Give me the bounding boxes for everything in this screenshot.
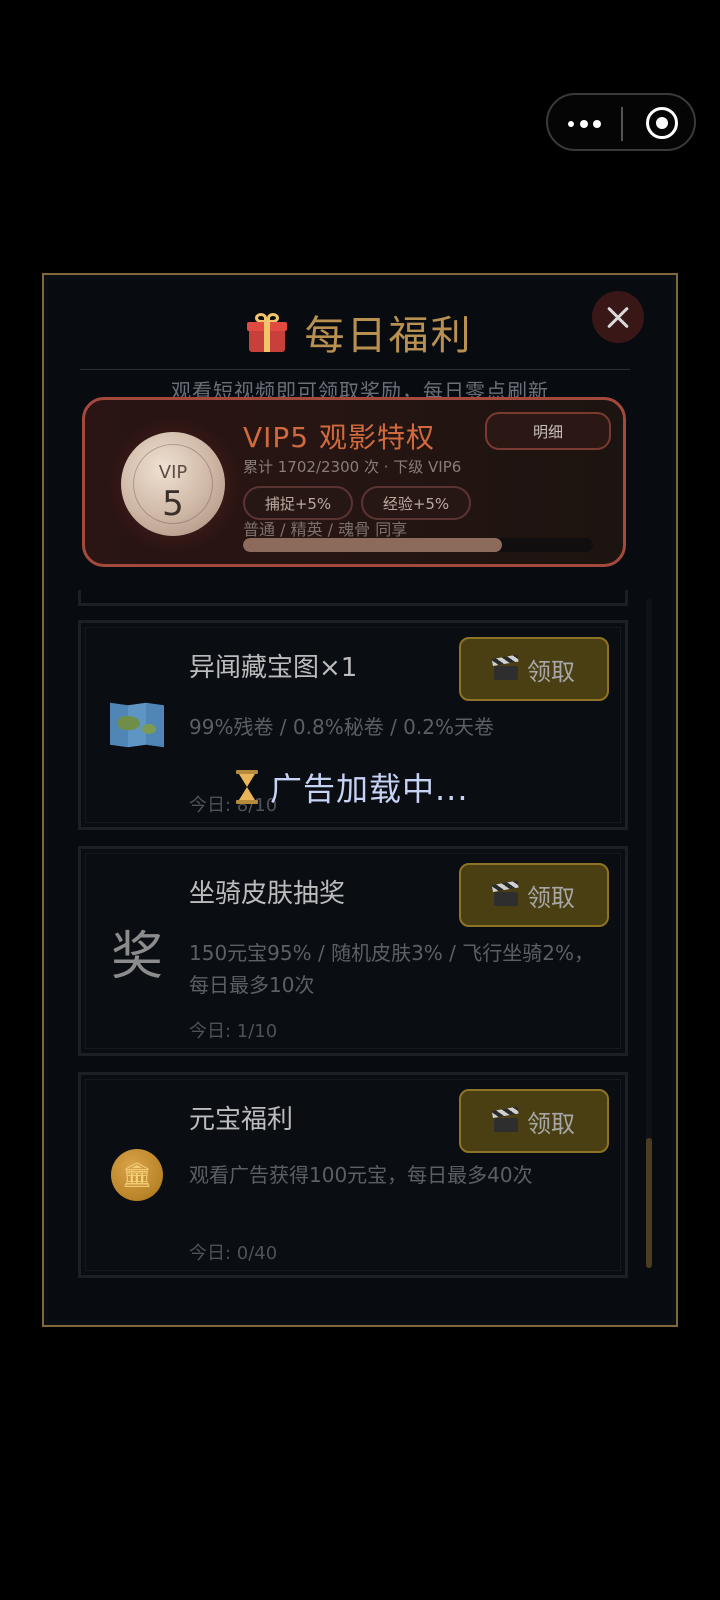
scrollbar-thumb[interactable] bbox=[646, 1138, 652, 1268]
vip-progress-bar bbox=[243, 538, 593, 552]
dialog-title: 每日福利 bbox=[304, 313, 473, 359]
more-options-icon[interactable] bbox=[564, 110, 612, 136]
vip-medal-label: VIP bbox=[158, 462, 188, 483]
miniprogram-capsule bbox=[546, 93, 696, 151]
close-button[interactable] bbox=[592, 291, 644, 343]
reward-item-gold-ingot: 🏛 元宝福利 观看广告获得100元宝，每日最多40次 今日: 0/40 领取 bbox=[78, 1072, 628, 1278]
vip-medal-icon: VIP 5 bbox=[121, 432, 225, 536]
vip-detail-button[interactable]: 明细 bbox=[485, 412, 611, 450]
reward-name: 坐骑皮肤抽奖 bbox=[189, 879, 346, 909]
reward-daily-count: 今日: 1/10 bbox=[189, 1021, 278, 1042]
claim-button[interactable]: 领取 bbox=[459, 863, 609, 927]
clapperboard-icon bbox=[491, 1106, 519, 1132]
reward-description: 99%残卷 / 0.8%秘卷 / 0.2%天卷 bbox=[189, 715, 494, 739]
dialog-header: 每日福利 bbox=[44, 303, 676, 363]
reward-daily-count: 今日: 0/40 bbox=[189, 1243, 278, 1264]
claim-button[interactable]: 领取 bbox=[459, 1089, 609, 1153]
vip-bonus-tag-capture: 捕捉+5% bbox=[243, 486, 353, 520]
claim-label: 领取 bbox=[527, 1109, 575, 1138]
close-miniprogram-icon[interactable] bbox=[646, 107, 678, 139]
capsule-divider bbox=[621, 107, 623, 141]
hourglass-icon bbox=[236, 770, 258, 804]
vip-privilege-card: VIP 5 VIP5 观影特权 累计 1702/2300 次 · 下级 VIP6… bbox=[82, 397, 626, 567]
reward-description: 150元宝95% / 随机皮肤3% / 飞行坐骑2%，每日最多10次 bbox=[189, 941, 594, 997]
clapperboard-icon bbox=[491, 654, 519, 680]
prize-character-icon: 奖 bbox=[110, 926, 163, 987]
ad-loading-toast: 广告加载中... bbox=[236, 764, 469, 810]
vip-progress-fill bbox=[243, 538, 502, 552]
claim-label: 领取 bbox=[527, 657, 575, 686]
vip-bonus-tag-exp: 经验+5% bbox=[361, 486, 471, 520]
loading-text: 广告加载中... bbox=[270, 770, 469, 808]
vip-progress-text: 累计 1702/2300 次 · 下级 VIP6 bbox=[243, 458, 462, 476]
list-scrollbar[interactable] bbox=[646, 598, 652, 1268]
treasure-map-icon bbox=[109, 697, 165, 753]
clapperboard-icon bbox=[491, 880, 519, 906]
claim-button[interactable]: 领取 bbox=[459, 637, 609, 701]
reward-item-mount-skin-lottery: 奖 坐骑皮肤抽奖 150元宝95% / 随机皮肤3% / 飞行坐骑2%，每日最多… bbox=[78, 846, 628, 1056]
claim-label: 领取 bbox=[527, 883, 575, 912]
header-divider bbox=[80, 369, 630, 370]
vip-title: VIP5 观影特权 bbox=[243, 421, 436, 454]
gold-coin-icon: 🏛 bbox=[109, 1147, 165, 1203]
vip-medal-level: 5 bbox=[162, 484, 184, 524]
vip-share-text: 普通 / 精英 / 魂骨 同享 bbox=[243, 520, 408, 539]
reward-name: 异闻藏宝图×1 bbox=[189, 653, 358, 683]
reward-description: 观看广告获得100元宝，每日最多40次 bbox=[189, 1163, 533, 1187]
reward-name: 元宝福利 bbox=[189, 1105, 294, 1135]
previous-item-edge bbox=[78, 590, 628, 606]
gift-icon bbox=[247, 312, 288, 352]
